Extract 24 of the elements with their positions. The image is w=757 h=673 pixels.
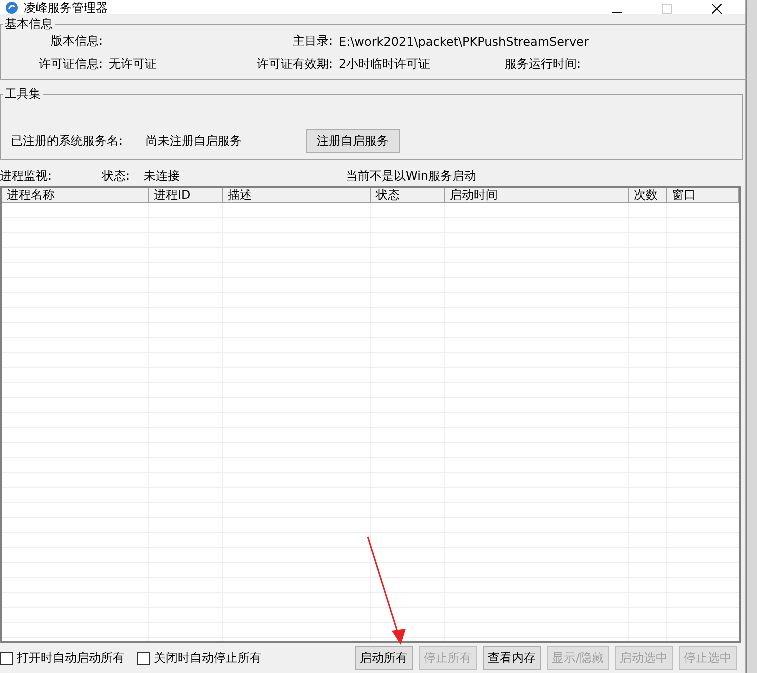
field-label: 服务运行时间: [504, 56, 581, 73]
status-label: 状态: [102, 168, 132, 184]
auto-option-checkbox[interactable]: 打开时自动启动所有 [0, 650, 125, 666]
field-label: 已注册的系统服务名: [11, 132, 124, 150]
close-icon[interactable] [712, 4, 722, 14]
field-label: 许可证信息: [38, 56, 103, 73]
field-label: 主目录: [292, 33, 333, 50]
window-title: 凌峰服务管理器 [24, 2, 109, 14]
group-title: 基本信息 [4, 16, 54, 33]
service-mode-text: 当前不是以Win服务启动 [346, 168, 477, 184]
register-service-button[interactable]: 注册自启服务 [306, 129, 400, 153]
field-value: E:\work2021\packet\PKPushStreamServer [339, 34, 589, 48]
field-value: 尚未注册自启服务 [146, 132, 243, 150]
field-value: 2小时临时许可证 [339, 56, 431, 73]
monitor-label: 进程监视: [0, 168, 54, 184]
auto-option-checkbox[interactable]: 关闭时自动停止所有 [137, 650, 262, 666]
group-title: 工具集 [4, 86, 42, 103]
minimize-icon[interactable] [612, 12, 622, 14]
action-button[interactable]: 查看内存 [482, 646, 541, 670]
field-label: 许可证有效期: [256, 56, 333, 73]
field-value: 无许可证 [109, 56, 157, 73]
field-label: 版本信息: [50, 33, 103, 50]
action-button[interactable]: 启动所有 [354, 646, 413, 670]
status-value: 未连接 [144, 168, 181, 184]
